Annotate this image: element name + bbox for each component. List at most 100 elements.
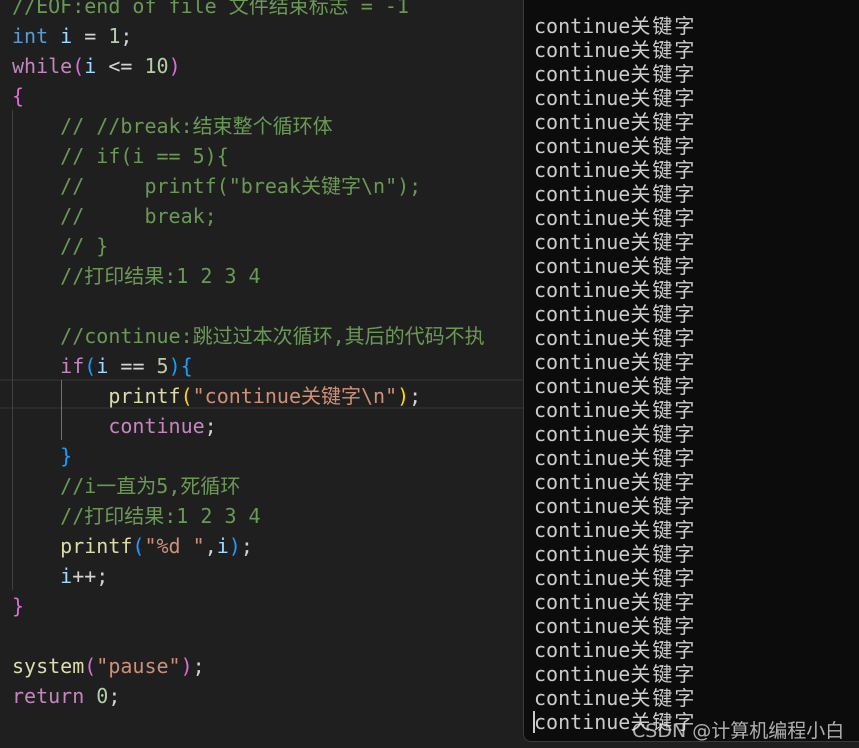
code-token: if — [60, 354, 85, 378]
code-token: //打印结果:1 2 3 4 — [12, 264, 261, 288]
console-line: continue关键字 — [534, 62, 696, 86]
code-token: = — [72, 24, 109, 48]
code-line: // break; — [12, 201, 217, 231]
code-line: } — [12, 441, 72, 471]
code-line: // //break:结束整个循环体 — [12, 111, 333, 141]
console-text-cjk: 关键字 — [630, 638, 697, 662]
console-text-cjk: 关键字 — [630, 86, 697, 110]
code-token: ) — [168, 354, 181, 378]
code-token: 1 — [108, 24, 121, 48]
code-line: system("pause"); — [12, 651, 205, 681]
console-line: continue关键字 — [534, 614, 696, 638]
console-window[interactable]: continue关键字 continue关键字 continue关键字 continu… — [523, 0, 859, 742]
code-token: ( — [84, 354, 97, 378]
code-token: ; — [204, 414, 217, 438]
code-token: ( — [84, 654, 97, 678]
code-line: // } — [12, 231, 108, 261]
console-text: continue — [534, 134, 631, 158]
console-text-cjk: 关键字 — [630, 542, 697, 566]
code-line: printf("continue关键字\n"); — [12, 381, 421, 411]
console-text-cjk: 关键字 — [630, 614, 697, 638]
console-line: continue关键字 — [534, 14, 696, 38]
code-line: continue; — [12, 411, 217, 441]
code-token: 10 — [144, 54, 169, 78]
console-line: continue关键字 — [534, 86, 696, 110]
console-text: continue — [534, 230, 631, 254]
console-text: continue — [534, 638, 631, 662]
code-token: printf — [108, 384, 181, 408]
console-text-cjk: 关键字 — [630, 110, 697, 134]
code-token: "%d " — [144, 534, 205, 558]
console-text-cjk: 关键字 — [630, 14, 697, 38]
code-token: ; — [192, 654, 205, 678]
console-line: continue关键字 — [534, 278, 696, 302]
console-line: continue关键字 — [534, 638, 696, 662]
code-token: ; — [240, 534, 253, 558]
code-token: return — [12, 684, 85, 708]
code-token: // if(i == 5){ — [12, 144, 229, 168]
console-text: continue — [534, 590, 631, 614]
code-token: "pause" — [96, 654, 181, 678]
code-token: // printf("break关键字\n"); — [12, 174, 422, 198]
console-text: continue — [534, 470, 631, 494]
console-line: continue关键字 — [534, 230, 696, 254]
console-line: continue关键字 — [534, 518, 696, 542]
code-token: } — [12, 594, 25, 618]
code-token: //打印结果:1 2 3 4 — [12, 504, 261, 528]
code-token: printf — [60, 534, 133, 558]
code-token: ( — [132, 534, 145, 558]
console-text-cjk: 关键字 — [630, 278, 697, 302]
console-text: continue — [534, 206, 631, 230]
code-line: //i一直为5,死循环 — [12, 471, 240, 501]
console-text: continue — [534, 422, 631, 446]
console-text: continue — [534, 398, 631, 422]
console-line: continue关键字 — [534, 350, 696, 374]
code-token: { — [12, 84, 25, 108]
code-token: system — [12, 654, 85, 678]
console-line: continue关键字 — [534, 422, 696, 446]
console-text: continue — [534, 710, 631, 734]
console-text: continue — [534, 686, 631, 710]
console-text-cjk: 关键字 — [630, 158, 697, 182]
console-text: continue — [534, 326, 631, 350]
console-text-cjk: 关键字 — [630, 38, 697, 62]
console-line: continue关键字 — [534, 206, 696, 230]
code-token: , — [204, 534, 217, 558]
code-token: i — [60, 564, 73, 588]
code-token: ) — [168, 54, 181, 78]
console-text: continue — [534, 62, 631, 86]
console-text-cjk: 关键字 — [630, 134, 697, 158]
console-line: continue关键字 — [534, 254, 696, 278]
console-text-cjk: 关键字 — [630, 206, 697, 230]
console-text: continue — [534, 302, 631, 326]
console-text: continue — [534, 254, 631, 278]
code-line: while(i <= 10) — [12, 51, 181, 81]
code-line: //EOF:end of file 文件结束标志 = -1 — [12, 0, 409, 21]
console-line: continue关键字 — [534, 38, 696, 62]
code-token: ) — [397, 384, 410, 408]
console-line: continue关键字 — [534, 398, 696, 422]
console-line: continue关键字 — [534, 566, 696, 590]
console-text-cjk: 关键字 — [630, 350, 697, 374]
console-text: continue — [534, 86, 631, 110]
code-token: //EOF:end of file 文件结束标志 = -1 — [12, 0, 409, 18]
console-text-cjk: 关键字 — [630, 470, 697, 494]
watermark: CSDN @计算机编程小白 — [632, 720, 845, 742]
code-token: ++; — [72, 564, 109, 588]
code-token: i — [216, 534, 229, 558]
code-token: while — [12, 54, 73, 78]
console-text-cjk: 关键字 — [630, 494, 697, 518]
console-cursor — [533, 711, 535, 733]
code-token: // //break:结束整个循环体 — [12, 114, 333, 138]
code-line: //continue:跳过过本次循环,其后的代码不执 — [12, 321, 485, 351]
console-line: continue关键字 — [534, 494, 696, 518]
code-line: i++; — [12, 561, 108, 591]
console-text: continue — [534, 518, 631, 542]
code-line: // if(i == 5){ — [12, 141, 229, 171]
console-text: continue — [534, 566, 631, 590]
